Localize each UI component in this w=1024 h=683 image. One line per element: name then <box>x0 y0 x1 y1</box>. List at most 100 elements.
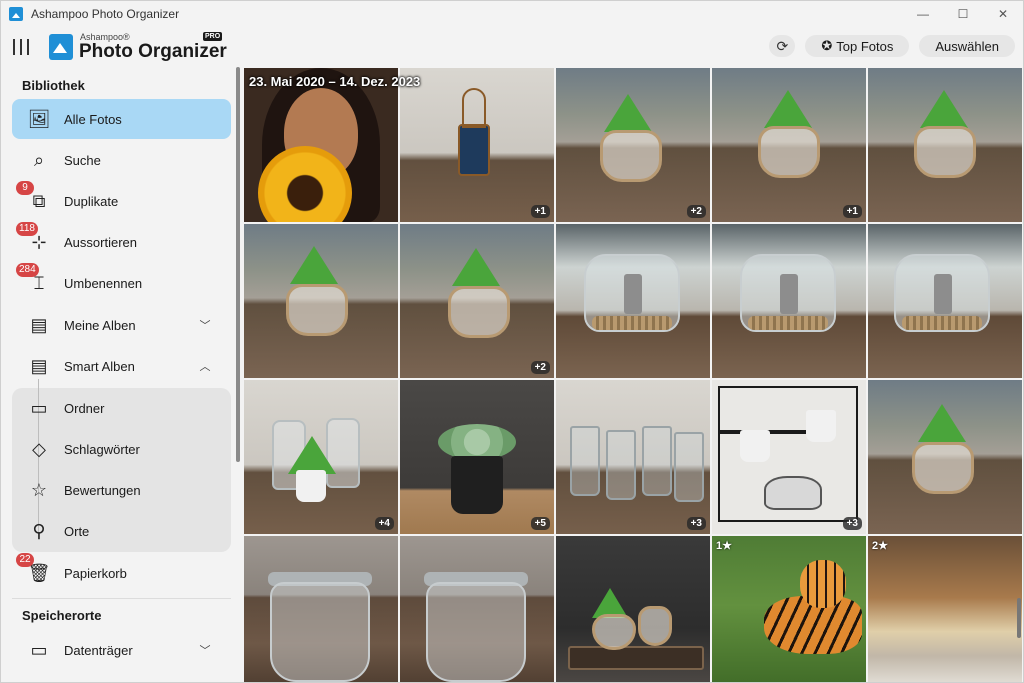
sidebar-item-rename[interactable]: ⌶ 284 Umbenennen <box>12 263 231 303</box>
photo-thumbnail[interactable]: +3 <box>556 380 710 534</box>
sidebar-item-label: Papierkorb <box>64 565 127 581</box>
photo-thumbnail[interactable] <box>244 224 398 378</box>
app-header: Ashampoo® Photo Organizer PRO ⟳ ✪ Top Fo… <box>1 27 1023 67</box>
chevron-up-icon[interactable]: ︿ <box>199 358 211 374</box>
sidebar-item-my-albums[interactable]: ▤ Meine Alben ﹀ <box>12 305 231 345</box>
folder-icon: ▭ <box>30 397 48 418</box>
sidebar-item-label: Alle Fotos <box>64 111 122 127</box>
sidebar-item-label: Aussortieren <box>64 234 137 250</box>
star-icon: ☆ <box>30 479 48 500</box>
photo-grid: +1 +2 +1 +2 +4 +5 +3 +3 1★ 2★ <box>244 68 1023 682</box>
app-window: Ashampoo Photo Organizer — ☐ ✕ Ashampoo®… <box>0 0 1024 683</box>
photos-icon: 🖼 <box>27 108 51 129</box>
sidebar-item-smart-albums[interactable]: ▤ Smart Alben ︿ <box>12 346 231 386</box>
count-badge: 9 <box>16 181 34 195</box>
sidebar-item-label: Suche <box>64 152 101 168</box>
sidebar-item-folders[interactable]: ▭ Ordner <box>12 388 231 428</box>
photo-thumbnail[interactable] <box>244 68 398 222</box>
stack-count-badge: +3 <box>686 517 706 530</box>
smart-albums-icon: ▤ <box>30 355 48 376</box>
sidebar-item-duplicates[interactable]: ⧉ 9 Duplikate <box>12 181 231 221</box>
photo-thumbnail[interactable] <box>868 224 1022 378</box>
stack-count-badge: +4 <box>374 517 394 530</box>
close-button[interactable]: ✕ <box>983 1 1023 27</box>
sidebar-item-label: Smart Alben <box>64 358 135 374</box>
stack-count-badge: +2 <box>686 205 706 218</box>
albums-icon: ▤ <box>30 314 48 335</box>
logo-product-text: Photo Organizer <box>79 41 227 62</box>
photo-thumbnail[interactable]: 2★ <box>868 536 1022 682</box>
stack-count-badge: +5 <box>530 517 550 530</box>
section-heading-library: Bibliothek <box>22 78 85 93</box>
drive-icon: ▭ <box>30 639 48 660</box>
photo-thumbnail[interactable] <box>712 224 866 378</box>
trash-icon: 🗑 22 <box>16 553 50 584</box>
refresh-button[interactable]: ⟳ <box>769 35 796 57</box>
photo-thumbnail[interactable]: +4 <box>244 380 398 534</box>
rename-icon: ⌶ 284 <box>16 263 50 294</box>
photo-thumbnail[interactable]: +2 <box>400 224 554 378</box>
location-pin-icon: ⚲ <box>32 520 46 541</box>
top-fotos-button[interactable]: ✪ Top Fotos <box>805 35 910 57</box>
grid-scrollbar[interactable] <box>1017 598 1021 638</box>
select-button[interactable]: Auswählen <box>919 35 1015 57</box>
photo-thumbnail[interactable] <box>556 224 710 378</box>
sidebar-item-places[interactable]: ⚲ Orte <box>12 511 231 551</box>
tag-icon: ◇ <box>32 438 46 459</box>
title-bar: Ashampoo Photo Organizer — ☐ ✕ <box>1 1 1023 27</box>
sidebar-divider <box>12 598 231 599</box>
maximize-button[interactable]: ☐ <box>943 1 983 27</box>
sidebar-item-label: Duplikate <box>64 193 119 209</box>
app-logo-icon <box>9 7 23 21</box>
sort-out-icon: ⊹ 118 <box>16 222 50 253</box>
chevron-down-icon[interactable]: ﹀ <box>199 317 211 333</box>
header-actions: ⟳ ✪ Top Fotos Auswählen <box>769 35 1015 57</box>
sidebar-item-search[interactable]: ⌕ Suche <box>12 140 231 180</box>
date-range-label: 23. Mai 2020 – 14. Dez. 2023 <box>249 74 421 89</box>
rating-label: 2★ <box>872 540 888 552</box>
sidebar-item-keywords[interactable]: ◇ Schlagwörter <box>12 429 231 469</box>
pro-badge: PRO <box>203 32 223 41</box>
sidebar-item-ratings[interactable]: ☆ Bewertungen <box>12 470 231 510</box>
photo-thumbnail[interactable] <box>244 536 398 682</box>
refresh-icon: ⟳ <box>776 37 789 54</box>
sidebar-item-label: Orte <box>64 523 90 539</box>
sidebar-item-label: Datenträger <box>64 642 133 658</box>
sidebar-item-label: Meine Alben <box>64 317 136 333</box>
stack-count-badge: +3 <box>842 517 862 530</box>
photo-thumbnail[interactable]: +3 <box>712 380 866 534</box>
sidebar-item-sort-out[interactable]: ⊹ 118 Aussortieren <box>12 222 231 262</box>
photo-organizer-logo-icon <box>49 34 73 60</box>
chevron-down-icon[interactable]: ﹀ <box>199 642 211 658</box>
menu-icon[interactable] <box>13 39 29 55</box>
sidebar-scrollbar[interactable] <box>236 67 240 462</box>
sidebar-item-all-photos[interactable]: 🖼 Alle Fotos <box>12 99 231 139</box>
window-title: Ashampoo Photo Organizer <box>31 7 180 21</box>
sidebar-item-label: Ordner <box>64 400 105 416</box>
section-heading-storage: Speicherorte <box>22 608 102 623</box>
award-icon: ✪ <box>821 38 833 53</box>
window-controls: — ☐ ✕ <box>903 1 1023 27</box>
photo-thumbnail[interactable]: 1★ <box>712 536 866 682</box>
sidebar-item-label: Bewertungen <box>64 482 141 498</box>
photo-thumbnail[interactable] <box>556 536 710 682</box>
photo-thumbnail[interactable]: +1 <box>712 68 866 222</box>
sidebar-item-label: Schlagwörter <box>64 441 140 457</box>
photo-thumbnail[interactable] <box>868 380 1022 534</box>
stack-count-badge: +1 <box>530 205 550 218</box>
photo-thumbnail[interactable]: +5 <box>400 380 554 534</box>
photo-thumbnail[interactable]: +2 <box>556 68 710 222</box>
photo-thumbnail[interactable]: +1 <box>400 68 554 222</box>
sidebar-item-drives[interactable]: ▭ Datenträger ﹀ <box>12 630 231 670</box>
minimize-button[interactable]: — <box>903 1 943 27</box>
rating-label: 1★ <box>716 540 732 552</box>
search-icon: ⌕ <box>33 149 45 170</box>
sidebar-item-trash[interactable]: 🗑 22 Papierkorb <box>12 553 231 593</box>
top-fotos-label: Top Fotos <box>836 38 894 54</box>
stack-count-badge: +1 <box>842 205 862 218</box>
photo-thumbnail[interactable] <box>400 536 554 682</box>
photo-thumbnail[interactable] <box>868 68 1022 222</box>
count-badge: 284 <box>16 263 39 277</box>
count-badge: 22 <box>16 553 34 567</box>
stack-count-badge: +2 <box>530 361 550 374</box>
